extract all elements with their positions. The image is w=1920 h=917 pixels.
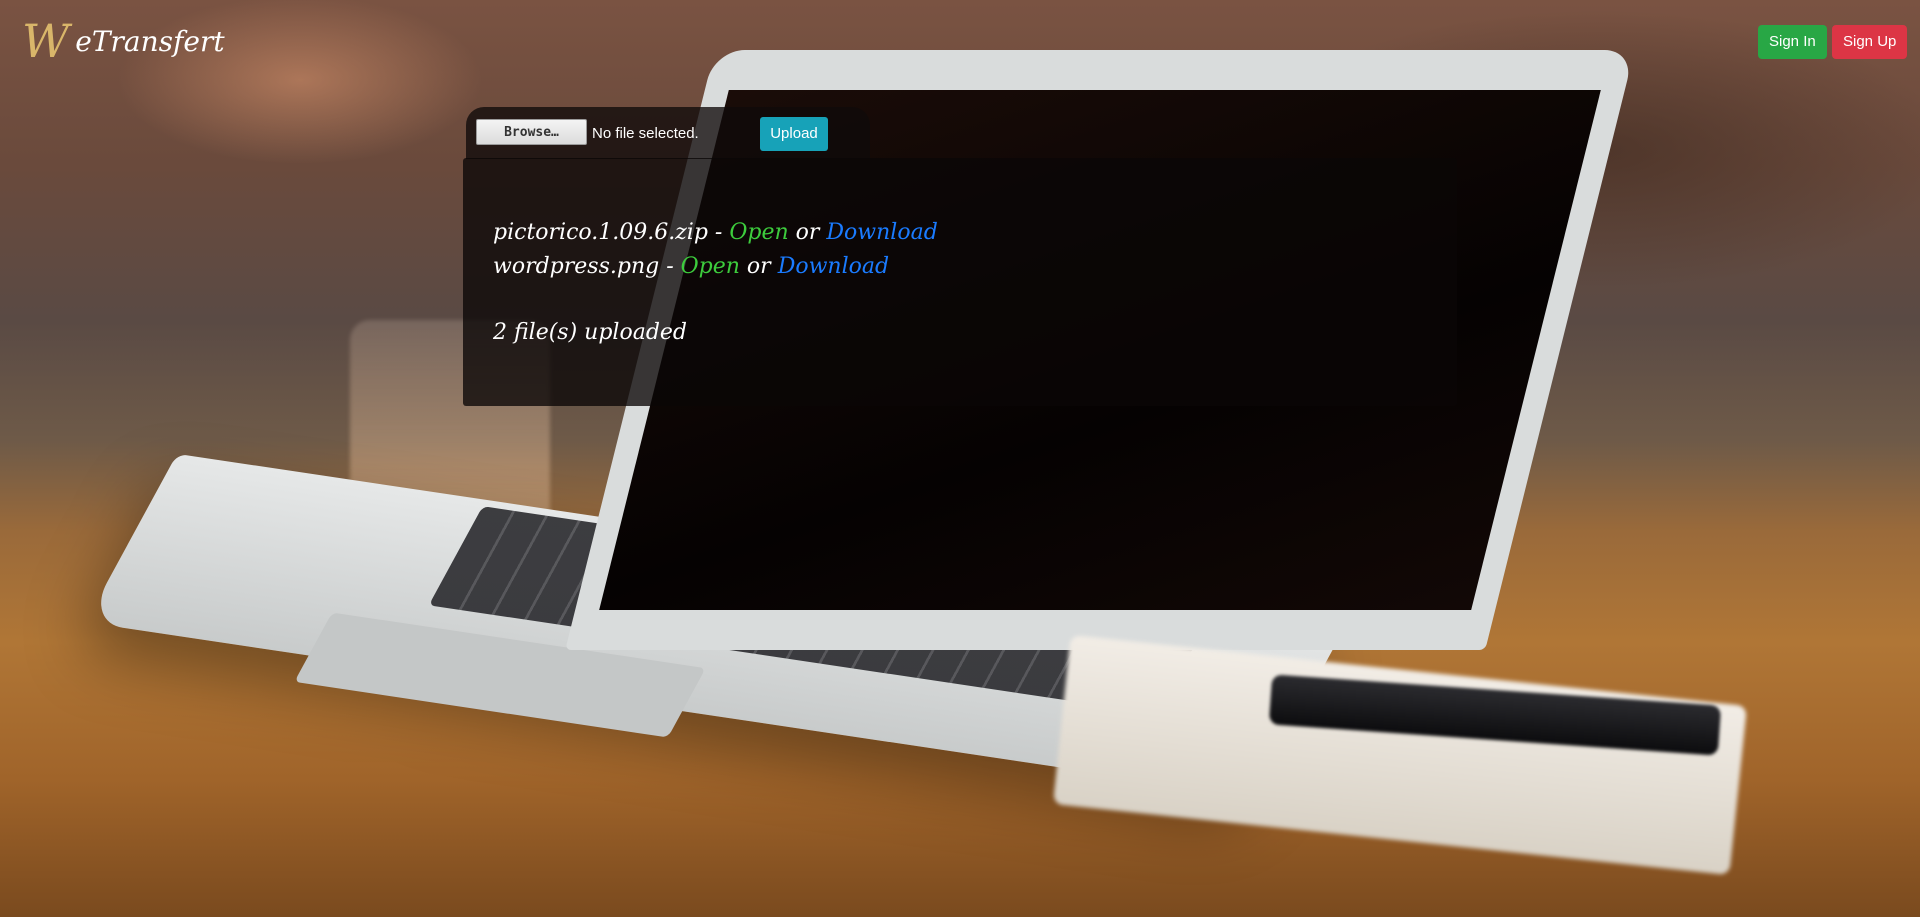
or-text: or	[739, 254, 778, 279]
file-separator: -	[659, 254, 681, 279]
download-link[interactable]: Download	[778, 254, 889, 279]
file-row: wordpress.png - Open or Download	[493, 250, 938, 284]
upload-button[interactable]: Upload	[760, 117, 828, 151]
upload-form: Browse… No file selected. Upload	[466, 107, 870, 159]
file-status-text: No file selected.	[592, 125, 699, 142]
open-link[interactable]: Open	[681, 254, 740, 279]
background-notebook	[1052, 634, 1748, 876]
file-row: pictorico.1.09.6.zip - Open or Download	[493, 216, 938, 250]
browse-button[interactable]: Browse…	[476, 119, 587, 145]
download-link[interactable]: Download	[826, 220, 937, 245]
uploaded-files-panel: pictorico.1.09.6.zip - Open or Download …	[463, 158, 1457, 406]
file-name: pictorico.1.09.6.zip	[493, 220, 708, 245]
logo-mark: W	[22, 14, 70, 68]
sign-in-button[interactable]: Sign In	[1758, 25, 1827, 59]
background-photo	[0, 0, 1920, 917]
or-text: or	[788, 220, 827, 245]
brand-logo[interactable]: W eTransfert	[22, 18, 225, 64]
file-separator: -	[707, 220, 730, 245]
file-name: wordpress.png	[493, 254, 660, 279]
open-link[interactable]: Open	[729, 220, 788, 245]
upload-count-text: 2 file(s) uploaded	[493, 320, 688, 345]
sign-up-button[interactable]: Sign Up	[1832, 25, 1908, 59]
file-list: pictorico.1.09.6.zip - Open or Download …	[493, 216, 938, 350]
brand-name: eTransfert	[75, 24, 225, 58]
